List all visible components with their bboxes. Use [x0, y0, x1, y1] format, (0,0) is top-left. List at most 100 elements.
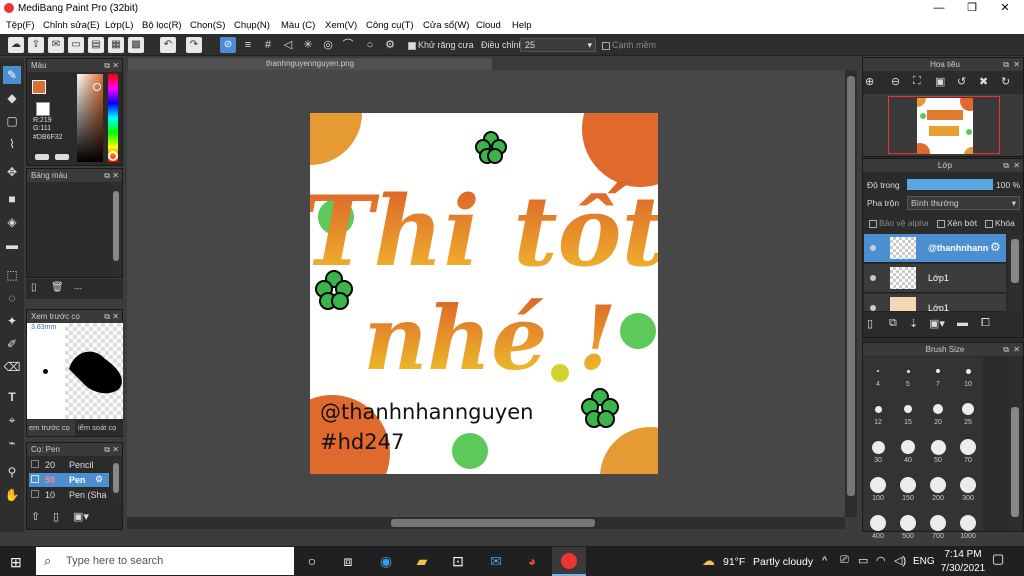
close-icon[interactable]: ✕ — [1013, 58, 1020, 71]
tile-icon[interactable]: ▩ — [128, 37, 144, 53]
brush-item[interactable]: 10 Pen (Sha — [29, 488, 109, 502]
layers-scrollbar[interactable] — [1009, 235, 1021, 313]
duplicate-layer-icon[interactable]: ⧉ — [889, 317, 897, 330]
undo-icon[interactable]: ↶ — [160, 37, 176, 53]
curve-snap-icon[interactable]: ⌒ — [340, 37, 356, 53]
brush-item-check[interactable] — [31, 490, 39, 498]
rotate-right-icon[interactable]: ↻ — [1001, 75, 1019, 91]
close-icon[interactable]: ✕ — [1013, 159, 1020, 172]
layers-scroll-thumb[interactable] — [1011, 239, 1019, 283]
move-tool-icon[interactable]: ✥ — [3, 163, 21, 181]
edge-icon[interactable]: ◉ — [376, 551, 396, 571]
transparent-swatch[interactable] — [36, 102, 50, 116]
clock-date[interactable]: 7/30/2021 — [938, 563, 988, 574]
brush-size-dot[interactable] — [930, 515, 946, 531]
tab-brush-preview[interactable]: em trước cọ — [27, 420, 75, 436]
brush-size-dot[interactable] — [936, 369, 940, 373]
folder-icon[interactable]: ▬ — [957, 317, 968, 329]
fit-icon[interactable]: ⛶ — [913, 75, 931, 91]
float-icon[interactable]: ⧉ — [104, 169, 110, 182]
menu-view[interactable]: Xem(V) — [325, 20, 357, 31]
new-swatch-icon[interactable]: ▯ — [31, 282, 45, 296]
swatch-scrollbar[interactable] — [111, 183, 121, 277]
mail-icon[interactable]: ✉ — [486, 551, 506, 571]
brush-list-scrollbar[interactable] — [111, 457, 121, 505]
bucket-tool-icon[interactable]: ◈ — [3, 213, 21, 231]
weather-icon[interactable]: ☁ — [702, 553, 715, 569]
swatch-scroll-thumb[interactable] — [113, 191, 119, 261]
navigator-preview[interactable] — [863, 89, 1023, 163]
eyedropper-tool-icon[interactable]: ⌁ — [3, 434, 21, 452]
color-picker-handle[interactable] — [93, 83, 101, 91]
antialias-checkbox[interactable]: Khử răng cưa — [408, 40, 474, 50]
zoom-out-icon[interactable]: ⊖ — [891, 75, 909, 91]
brush-size-dot[interactable] — [901, 440, 915, 454]
menu-select[interactable]: Chọn(S) — [190, 20, 225, 31]
magic-wand-tool-icon[interactable]: ✦ — [3, 312, 21, 330]
layer-copy-icon[interactable]: ⧠ — [981, 317, 990, 330]
actual-size-icon[interactable]: ▣ — [935, 75, 953, 91]
taskbar-search[interactable]: ⌕ Type here to search — [36, 547, 294, 575]
select-tool-icon[interactable]: ⬚ — [3, 266, 21, 284]
rotate-left-icon[interactable]: ↺ — [957, 75, 975, 91]
maximize-button[interactable]: ❐ — [955, 0, 989, 17]
picker-tool-icon[interactable]: ⚲ — [3, 463, 21, 481]
brush-size-dot[interactable] — [870, 515, 886, 531]
menu-edit[interactable]: Chỉnh sửa(E) — [43, 20, 100, 31]
trash-icon[interactable]: 🗑 — [51, 282, 65, 296]
hue-slider[interactable] — [108, 74, 118, 162]
brush-size-dot[interactable] — [930, 477, 946, 493]
menu-layer[interactable]: Lớp(L) — [105, 20, 133, 31]
ellipse-snap-icon[interactable]: ○ — [362, 37, 378, 53]
battery-icon[interactable]: ▭ — [858, 554, 868, 567]
close-icon[interactable]: ✕ — [112, 59, 119, 72]
lasso-tool-icon[interactable]: ◌ — [3, 289, 21, 307]
flip-icon[interactable]: ✖ — [979, 75, 997, 91]
brush-item[interactable]: 20 Pencil — [29, 458, 109, 472]
close-icon[interactable]: ✕ — [112, 443, 119, 456]
language-indicator[interactable]: ENG — [913, 556, 935, 567]
layer-row-selected[interactable]: @thanhnhann ⚙ — [864, 234, 1006, 263]
task-view-icon[interactable]: ⧈ — [338, 551, 358, 571]
brush-size-dot[interactable] — [900, 477, 916, 493]
brush-size-dot[interactable] — [900, 515, 916, 531]
select-eraser-tool-icon[interactable]: ⌫ — [3, 358, 21, 376]
volume-icon[interactable]: ◁) — [894, 554, 906, 567]
vanish-snap-icon[interactable]: ◁ — [280, 37, 296, 53]
brush-size-dot[interactable] — [877, 370, 879, 372]
file-explorer-icon[interactable]: ▰ — [412, 551, 432, 571]
new-brush-icon[interactable]: ▯ — [53, 510, 59, 523]
float-icon[interactable]: ⧉ — [1003, 58, 1009, 71]
blend-select[interactable]: Bình thường ▾ — [907, 196, 1020, 210]
chevron-up-icon[interactable]: ^ — [822, 555, 827, 567]
brush-item-check[interactable] — [31, 460, 39, 468]
canvas-hscroll-thumb[interactable] — [391, 519, 595, 527]
menu-help[interactable]: Help — [512, 20, 532, 31]
dot-tool-icon[interactable]: ▢ — [3, 112, 21, 130]
brush-size-dot[interactable] — [965, 368, 971, 374]
float-icon[interactable]: ⧉ — [104, 310, 110, 323]
float-icon[interactable]: ⧉ — [104, 443, 110, 456]
eye-icon[interactable] — [870, 245, 876, 251]
weather-temp[interactable]: 91°F — [723, 556, 745, 568]
brush-size-dot[interactable] — [871, 440, 885, 454]
snap-off-icon[interactable]: ⊘ — [220, 37, 236, 53]
brush-size-dot[interactable] — [933, 404, 943, 414]
close-icon[interactable]: ✕ — [112, 169, 119, 182]
gear-icon[interactable]: ⚙ — [382, 37, 398, 53]
brush-size-scroll-thumb[interactable] — [1011, 407, 1019, 517]
add-brush-icon[interactable]: ⇧ — [31, 510, 40, 523]
eraser-tool-icon[interactable]: ◆ — [3, 89, 21, 107]
canvas-vscroll-thumb[interactable] — [847, 76, 855, 496]
cloud-icon[interactable]: ☁ — [8, 37, 24, 53]
canvas-horizontal-scrollbar[interactable] — [127, 517, 845, 529]
comment-icon[interactable]: ✉ — [48, 37, 64, 53]
artboard[interactable]: Thi tốt nhé ! @thanhnhannguyen #hd247 — [310, 113, 658, 474]
canvas-vertical-scrollbar[interactable] — [845, 70, 857, 517]
close-icon[interactable]: ✕ — [112, 310, 119, 323]
menu-filter[interactable]: Bộ lọc(R) — [142, 20, 182, 31]
hue-handle[interactable] — [108, 151, 118, 161]
foreground-swatch[interactable] — [32, 80, 46, 94]
float-icon[interactable]: ⧉ — [104, 59, 110, 72]
text-tool-icon[interactable]: T — [3, 388, 21, 406]
